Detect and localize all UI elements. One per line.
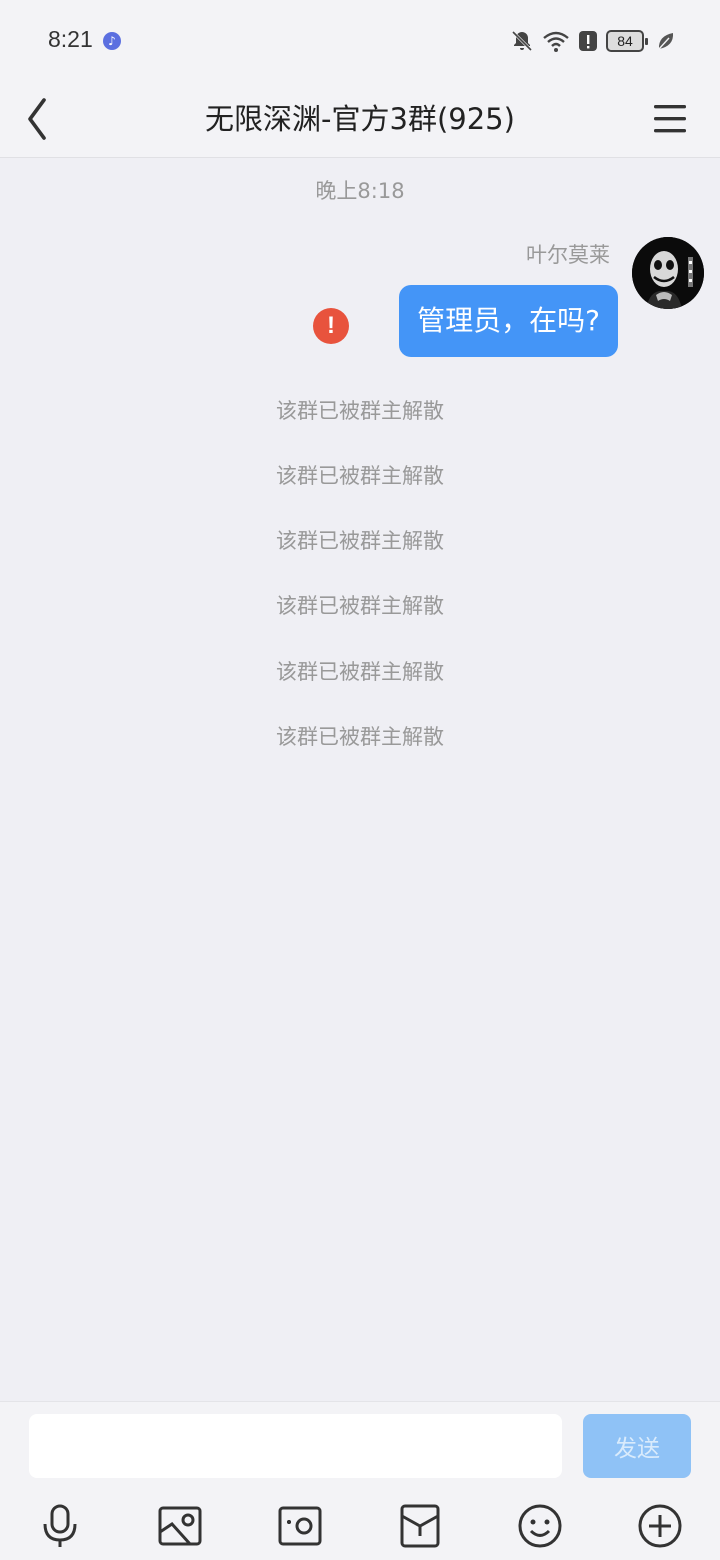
send-button[interactable]: 发送 [583,1414,691,1478]
bell-off-icon [511,30,533,52]
status-icons: 84 [510,28,676,54]
system-notice: 该群已被群主解散 [276,399,444,423]
status-time: 8:21 [48,26,93,52]
microphone-icon[interactable] [36,1502,84,1550]
input-bar: 发送 [0,1401,720,1560]
image-icon[interactable] [156,1502,204,1550]
menu-button[interactable] [648,94,698,144]
alert-icon [579,31,597,51]
leaf-icon [658,33,674,50]
message-bubble[interactable]: 管理员，在吗? [399,285,618,357]
camera-icon[interactable] [276,1502,324,1550]
avatar-image [632,237,704,309]
send-failed-icon[interactable]: ! [313,308,349,344]
message-timestamp: 晚上8:18 [315,179,405,203]
chat-header: 无限深渊-官方3群(925) [0,80,720,158]
status-bar: 8:21 ♪ 84 [0,0,720,80]
plus-icon[interactable] [636,1502,684,1550]
red-packet-icon[interactable] [396,1502,444,1550]
message-list[interactable]: 晚上8:18 叶尔莫莱 管理员，在吗? ! 该群已被群主解散 该群已被群主解散 … [0,159,720,1401]
page-title: 无限深渊-官方3群(925) [205,102,515,136]
music-icon: ♪ [103,32,121,50]
sender-name: 叶尔莫莱 [526,243,610,267]
message-input[interactable] [29,1414,562,1478]
emoji-icon[interactable] [516,1502,564,1550]
back-button[interactable] [18,92,72,146]
system-notice: 该群已被群主解散 [276,725,444,749]
avatar[interactable] [632,237,704,309]
system-notice: 该群已被群主解散 [276,464,444,488]
system-notice: 该群已被群主解散 [276,660,444,684]
wifi-icon [543,31,569,52]
system-notice: 该群已被群主解散 [276,594,444,618]
system-notice: 该群已被群主解散 [276,529,444,553]
battery-icon: 84 [606,30,648,52]
